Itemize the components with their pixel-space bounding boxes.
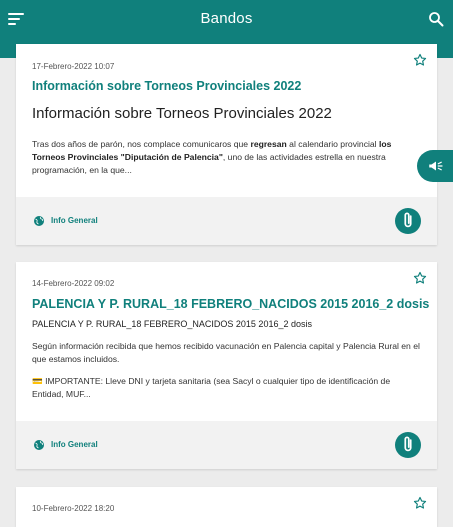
category-label[interactable]: Info General	[51, 216, 98, 225]
bando-footer: Info General	[16, 197, 437, 245]
attachment-button[interactable]	[395, 208, 421, 234]
paperclip-icon	[404, 212, 412, 228]
attachment-button[interactable]	[395, 432, 421, 458]
bando-body: Tras dos años de parón, nos complace com…	[32, 139, 392, 175]
bando-subhead: PALENCIA Y P. RURAL_18 FEBRERO_NACIDOS 2…	[32, 319, 312, 329]
bando-headline[interactable]: PALENCIA Y P. RURAL_18 FEBRERO_NACIDOS 2…	[32, 297, 429, 311]
megaphone-icon	[429, 161, 443, 171]
bando-headline[interactable]: Información sobre Torneos Provinciales 2…	[32, 79, 301, 93]
star-outline-icon[interactable]	[413, 271, 427, 285]
bando-card[interactable]: 14-Febrero-2022 09:02 PALENCIA Y P. RURA…	[16, 262, 437, 469]
bando-card[interactable]: 17-Febrero-2022 10:07 Información sobre …	[16, 44, 437, 245]
bando-card[interactable]: 10-Febrero-2022 18:20	[16, 487, 437, 527]
search-icon[interactable]	[428, 11, 444, 27]
paperclip-icon	[404, 436, 412, 452]
bando-body: Según información recibida que hemos rec…	[32, 341, 420, 399]
bando-footer: Info General	[16, 421, 437, 469]
page-title: Bandos	[200, 10, 253, 27]
globe-icon	[34, 440, 44, 450]
star-outline-icon[interactable]	[413, 53, 427, 67]
star-outline-icon[interactable]	[413, 496, 427, 510]
announcements-button[interactable]	[417, 150, 453, 182]
bando-subhead: Información sobre Torneos Provinciales 2…	[32, 105, 332, 122]
bando-date: 14-Febrero-2022 09:02	[32, 279, 115, 288]
bando-date: 17-Febrero-2022 10:07	[32, 62, 115, 71]
category-label[interactable]: Info General	[51, 440, 98, 449]
globe-icon	[34, 216, 44, 226]
